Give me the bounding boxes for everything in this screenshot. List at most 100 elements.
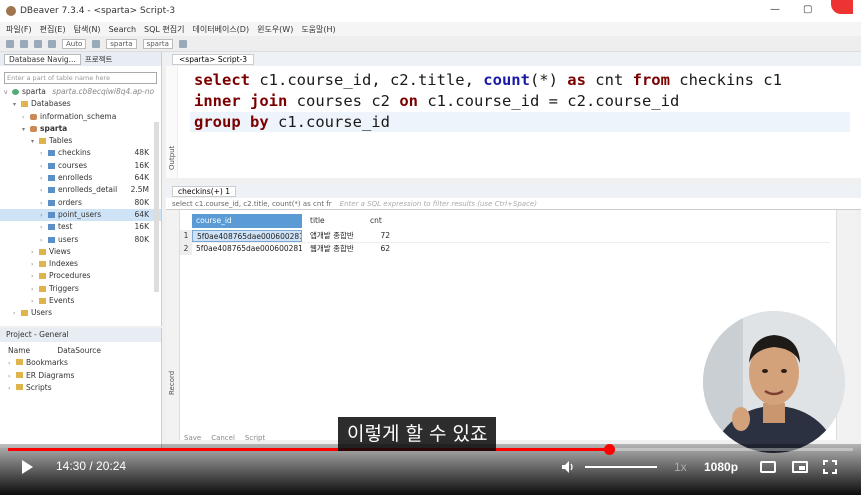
tree-item-procedures[interactable]: › Procedures	[0, 270, 161, 282]
tree-item-point-users[interactable]: › point_users 64K	[0, 208, 161, 222]
script-button[interactable]: Script	[245, 434, 265, 442]
row-number[interactable]: 2	[180, 243, 192, 255]
table-icon	[48, 162, 55, 169]
folder-icon	[39, 138, 46, 145]
tree-item-label: enrolleds_detail	[58, 185, 118, 195]
table-cell[interactable]: 앱개발 종합반	[306, 230, 366, 242]
connection-node[interactable]: v sparta sparta.cb8ecqiwi8q4.ap-no	[0, 86, 161, 98]
fullscreen-icon[interactable]	[823, 460, 837, 474]
record-toggle[interactable]: Record	[168, 371, 176, 395]
project-item[interactable]: › ER Diagrams	[0, 370, 161, 383]
navigator-scrollbar[interactable]	[154, 122, 159, 292]
row-number[interactable]: 1	[180, 230, 192, 242]
tree-item-checkins[interactable]: › checkins 48K	[0, 147, 161, 159]
tree-item-indexes[interactable]: › Indexes	[0, 258, 161, 270]
window-title: DBeaver 7.3.4 - <sparta> Script-3	[20, 6, 176, 16]
tree-item-events[interactable]: › Events	[0, 295, 161, 307]
menu-item[interactable]: 데이터베이스(D)	[193, 24, 250, 35]
navigator-tabs: Database Navig... 프로젝트	[0, 52, 161, 66]
tab-projects[interactable]: 프로젝트	[85, 54, 113, 65]
tree-item-databases[interactable]: ▾ Databases	[0, 98, 161, 110]
progress-scrubber[interactable]	[604, 444, 615, 455]
tree-item-test[interactable]: › test 16K	[0, 221, 161, 233]
quality-setting[interactable]: 1080p	[704, 460, 738, 474]
execute-icon[interactable]	[178, 39, 187, 48]
sql-editor-icon[interactable]	[20, 39, 28, 48]
save-button[interactable]: Save	[184, 434, 201, 442]
table-cell[interactable]: 5f0ae408765dae0006002817	[192, 230, 302, 242]
tree-item-views[interactable]: › Views	[0, 246, 161, 258]
datasource-select[interactable]: sparta	[106, 38, 137, 49]
tree-item-label: orders	[58, 197, 82, 207]
column-header-course-id[interactable]: course_id	[192, 214, 302, 228]
tree-item-label: Triggers	[49, 283, 79, 293]
minimize-icon[interactable]: —	[770, 4, 780, 15]
play-icon[interactable]	[22, 460, 33, 474]
tree-item-enrolleds[interactable]: › enrolleds 64K	[0, 172, 161, 184]
table-size: 64K	[134, 209, 149, 219]
expand-icon[interactable]: ›	[8, 383, 16, 396]
tree-item-enrolleds-detail[interactable]: › enrolleds_detail 2.5M	[0, 184, 161, 196]
maximize-icon[interactable]: ▢	[803, 4, 812, 15]
new-connection-icon[interactable]	[6, 39, 14, 48]
table-icon	[48, 187, 55, 194]
playback-speed[interactable]: 1x	[674, 460, 687, 474]
miniplayer-icon[interactable]	[792, 461, 808, 473]
schema-select[interactable]: sparta	[142, 38, 173, 49]
tab-database-navigator[interactable]: Database Navig...	[4, 53, 81, 65]
expand-icon[interactable]: ›	[8, 358, 16, 371]
volume-icon[interactable]	[562, 461, 574, 473]
sql-editor[interactable]: select c1.course_id, c2.title, count(*) …	[166, 66, 861, 178]
table-cell[interactable]: 웹개발 종합반	[306, 243, 366, 255]
volume-slider[interactable]	[585, 466, 657, 468]
menu-item[interactable]: 도움말(H)	[301, 24, 335, 35]
tree-item-label: courses	[58, 160, 87, 170]
sql-line-1: select c1.course_id, c2.title, count(*) …	[194, 71, 782, 89]
menu-item[interactable]: SQL 편집기	[144, 24, 184, 35]
rollback-icon[interactable]	[48, 39, 56, 48]
column-header-title[interactable]: title	[306, 214, 364, 228]
results-tabs: checkins(+) 1	[166, 184, 861, 198]
tree-item-tables[interactable]: ▾ Tables	[0, 135, 161, 147]
table-cell[interactable]: 72	[366, 230, 394, 242]
tree-item-label: Indexes	[49, 259, 78, 269]
results-filter-input[interactable]: Enter a SQL expression to filter results…	[340, 200, 537, 208]
cancel-button[interactable]: Cancel	[211, 434, 235, 442]
tab-script[interactable]: <sparta> Script-3	[172, 53, 255, 65]
captions-icon[interactable]	[760, 461, 776, 473]
tree-item-users[interactable]: › Users	[0, 307, 161, 319]
tree-item-orders[interactable]: › orders 80K	[0, 197, 161, 209]
expand-icon[interactable]: ›	[13, 308, 21, 320]
current-time: 14:30	[56, 459, 87, 473]
menu-item[interactable]: 편집(E)	[40, 24, 66, 35]
table-icon	[48, 175, 55, 182]
project-item[interactable]: › Bookmarks	[0, 357, 161, 370]
editor-tabs: <sparta> Script-3	[166, 52, 861, 66]
tree-item-users[interactable]: › users 80K	[0, 234, 161, 246]
tree-item-label: checkins	[58, 148, 91, 158]
folder-icon	[21, 310, 28, 317]
table-filter-input[interactable]: Enter a part of table name here	[4, 72, 157, 84]
output-toggle[interactable]: Output	[168, 146, 176, 170]
tab-results[interactable]: checkins(+) 1	[172, 185, 236, 197]
tree-item-sparta[interactable]: ▾ sparta	[0, 123, 161, 135]
close-icon[interactable]	[831, 0, 853, 14]
main-toolbar: Auto sparta sparta	[0, 36, 861, 52]
tree-item-information-schema[interactable]: › information_schema	[0, 111, 161, 123]
menu-item[interactable]: 윈도우(W)	[257, 24, 293, 35]
table-cell[interactable]: 5f0ae408765dae0006002816	[192, 243, 302, 255]
column-header-cnt[interactable]: cnt	[366, 214, 394, 228]
commit-mode-select[interactable]: Auto	[62, 38, 87, 49]
project-item[interactable]: › Scripts	[0, 382, 161, 395]
table-size: 16K	[134, 222, 149, 232]
commit-icon[interactable]	[34, 39, 42, 48]
menu-item[interactable]: Search	[109, 25, 136, 34]
tree-item-label: test	[58, 222, 73, 232]
video-frame: DBeaver 7.3.4 - <sparta> Script-3 — ▢ 파일…	[0, 0, 861, 495]
menu-item[interactable]: 탐색(N)	[74, 24, 101, 35]
menu-item[interactable]: 파일(F)	[6, 24, 32, 35]
tree-item-triggers[interactable]: › Triggers	[0, 283, 161, 295]
table-cell[interactable]: 62	[366, 243, 394, 255]
tree-item-courses[interactable]: › courses 16K	[0, 160, 161, 172]
tree-item-label: users	[58, 234, 79, 244]
